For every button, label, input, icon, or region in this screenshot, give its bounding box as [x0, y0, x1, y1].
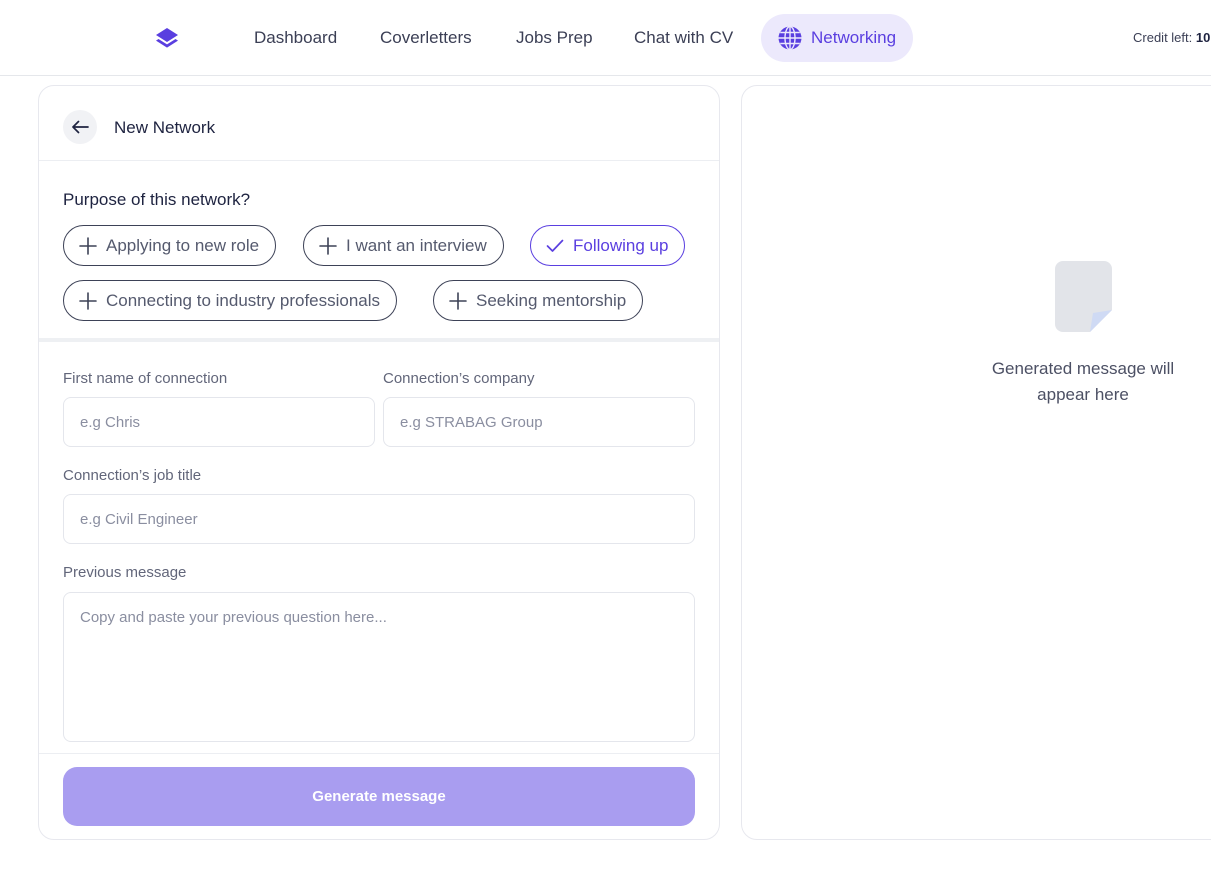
nav-coverletters[interactable]: Coverletters [380, 14, 472, 62]
credit-indicator: Credit left: 10 [1133, 30, 1210, 45]
globe-icon [778, 25, 802, 51]
layers-logo-icon[interactable] [153, 25, 181, 53]
nav-networking-label: Networking [811, 28, 897, 47]
previous-message-textarea[interactable] [63, 592, 695, 742]
company-label: Connection’s company [383, 370, 535, 387]
document-icon [1055, 261, 1112, 332]
back-button[interactable] [63, 110, 97, 144]
chip-label: Connecting to industry professionals [106, 290, 381, 310]
first-name-label: First name of connection [63, 370, 228, 387]
check-icon [546, 239, 564, 252]
purpose-chip-applying-to-new-role[interactable]: Applying to new role [63, 225, 277, 266]
first-name-input[interactable] [63, 397, 375, 447]
message-preview-panel: Generated message will appear here [741, 85, 1211, 840]
purpose-chip-connecting-to-industry-professionals[interactable]: Connecting to industry professionals [63, 280, 398, 321]
nav-dashboard[interactable]: Dashboard [254, 14, 337, 62]
plus-icon [79, 236, 97, 255]
job-title-input[interactable] [63, 494, 695, 544]
nav-jobs-prep[interactable]: Jobs Prep [516, 14, 593, 62]
section-divider [39, 338, 719, 342]
job-title-label: Connection’s job title [63, 467, 202, 484]
arrow-left-icon [72, 120, 89, 134]
company-input[interactable] [383, 397, 695, 447]
page-title: New Network [114, 118, 216, 137]
nav-chat-with-cv[interactable]: Chat with CV [634, 14, 733, 62]
purpose-chip-seeking-mentorship[interactable]: Seeking mentorship [433, 280, 644, 321]
chip-label: Applying to new role [106, 235, 260, 255]
plus-icon [319, 236, 337, 255]
footer-divider [39, 753, 719, 754]
plus-icon [449, 291, 467, 310]
credit-value: 10 [1195, 30, 1211, 45]
preview-placeholder: Generated message will appear here [991, 359, 1175, 404]
purpose-chip-i-want-an-interview[interactable]: I want an interview [303, 225, 504, 266]
purpose-chip-following-up[interactable]: Following up [530, 225, 686, 266]
plus-icon [79, 291, 97, 310]
purpose-label: Purpose of this network? [63, 190, 251, 209]
new-network-form-card: New Network Purpose of this network? App… [38, 85, 720, 840]
credit-label: Credit left: [1133, 30, 1193, 45]
nav-networking[interactable]: Networking [761, 14, 914, 62]
chip-label: Seeking mentorship [476, 290, 627, 310]
top-navigation: Dashboard Coverletters Jobs Prep Chat wi… [0, 0, 1211, 76]
previous-message-label: Previous message [63, 564, 187, 581]
generate-message-button[interactable]: Generate message [63, 767, 695, 826]
card-header: New Network [39, 86, 719, 161]
chip-label: Following up [573, 235, 669, 255]
chip-label: I want an interview [346, 235, 487, 255]
